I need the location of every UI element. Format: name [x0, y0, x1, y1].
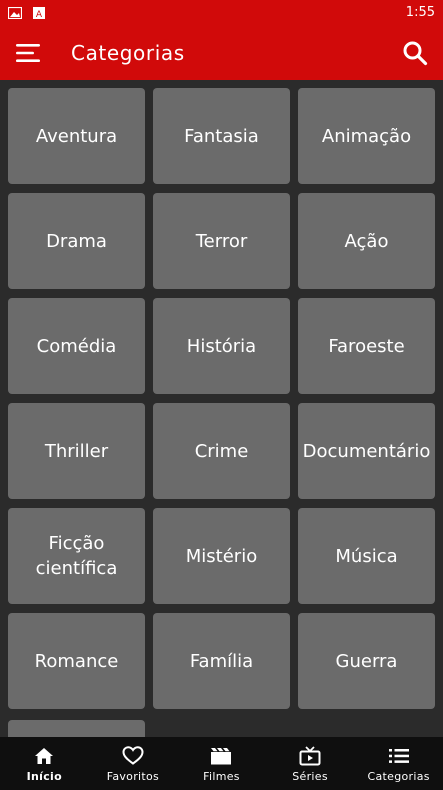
category-tile[interactable]: Crime [153, 403, 290, 499]
category-tile[interactable]: Ficção científica [8, 508, 145, 604]
menu-icon [16, 43, 40, 62]
category-grid: Aventura Fantasia Animação Drama Terror … [8, 88, 435, 709]
category-tile[interactable]: Fantasia [153, 88, 290, 184]
page-title: Categorias [71, 40, 185, 65]
category-tile[interactable]: Terror [153, 193, 290, 289]
nav-label: Início [26, 769, 62, 783]
clapperboard-icon [209, 745, 233, 767]
home-icon [32, 745, 56, 767]
app-bar: Categorias [0, 25, 443, 80]
category-tile[interactable]: Aventura [8, 88, 145, 184]
category-tile[interactable]: Ação [298, 193, 435, 289]
nav-label: Categorias [367, 769, 430, 783]
image-icon [8, 6, 22, 19]
category-tile[interactable]: Família [153, 613, 290, 709]
nav-item-favoritos[interactable]: Favoritos [89, 737, 178, 790]
category-tile[interactable]: Romance [8, 613, 145, 709]
status-time: 1:55 [405, 5, 435, 20]
category-tile[interactable]: Documentário [298, 403, 435, 499]
category-tile[interactable]: Guerra [298, 613, 435, 709]
status-icons: A [8, 6, 46, 19]
bottom-nav: Início Favoritos Filmes Séries Categoria… [0, 737, 443, 790]
nav-item-filmes[interactable]: Filmes [177, 737, 266, 790]
heart-icon [121, 745, 145, 767]
search-icon [403, 41, 428, 65]
nav-item-categorias[interactable]: Categorias [354, 737, 443, 790]
category-tile[interactable]: História [153, 298, 290, 394]
nav-label: Séries [292, 769, 328, 783]
category-tile[interactable]: Thriller [8, 403, 145, 499]
category-tile[interactable]: Comédia [8, 298, 145, 394]
status-bar: A 1:55 [0, 0, 443, 25]
nav-label: Filmes [203, 769, 240, 783]
tv-icon [298, 745, 322, 767]
list-icon [387, 745, 411, 767]
category-tile[interactable]: Mistério [153, 508, 290, 604]
category-tile[interactable]: Animação [298, 88, 435, 184]
nav-item-series[interactable]: Séries [266, 737, 355, 790]
text-a-icon: A [33, 6, 45, 19]
nav-item-inicio[interactable]: Início [0, 737, 89, 790]
nav-label: Favoritos [106, 769, 160, 783]
category-tile[interactable]: Drama [8, 193, 145, 289]
category-tile[interactable]: Música [298, 508, 435, 604]
menu-button[interactable] [0, 25, 56, 80]
category-tile[interactable]: Faroeste [298, 298, 435, 394]
svg-text:A: A [36, 10, 43, 19]
search-button[interactable] [387, 25, 443, 80]
